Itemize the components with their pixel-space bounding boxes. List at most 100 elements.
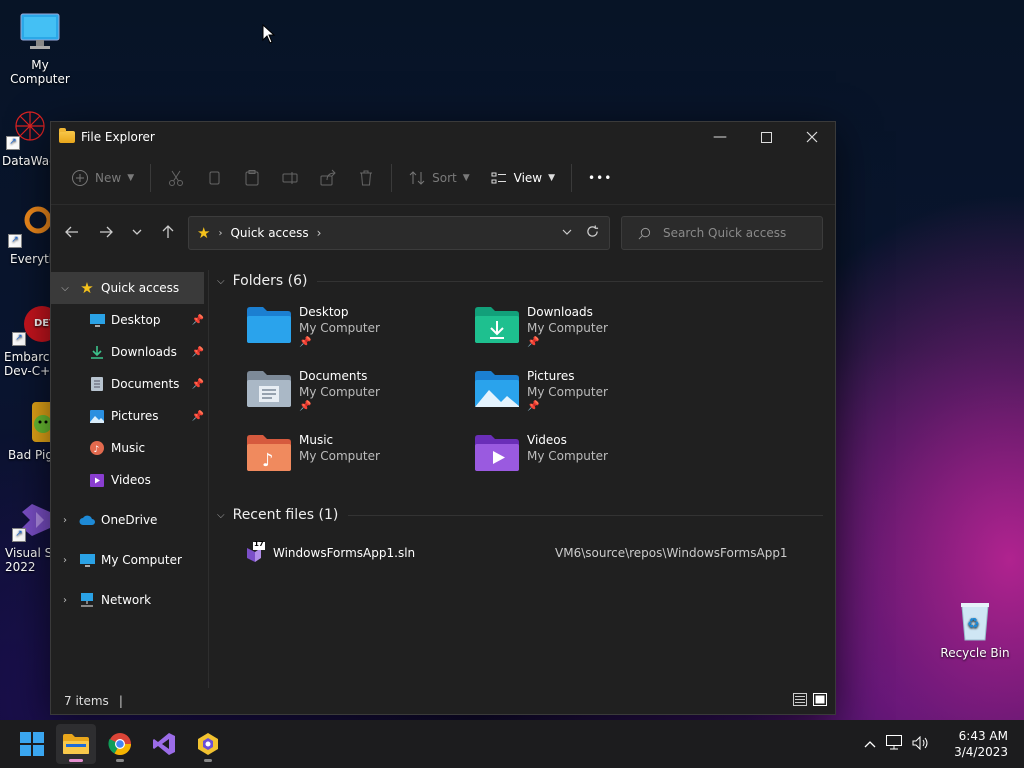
shortcut-arrow-icon: ↗ <box>12 528 26 542</box>
breadcrumb-quick-access[interactable]: Quick access <box>230 226 308 240</box>
see-more-button[interactable]: ••• <box>578 161 622 195</box>
chevron-down-icon <box>132 229 142 235</box>
rename-icon <box>282 172 298 184</box>
pin-icon: 📌 <box>191 378 204 390</box>
back-button[interactable] <box>55 215 89 249</box>
recent-file-name: WindowsFormsApp1.sln <box>273 546 416 560</box>
chevron-down-icon: ⌵ <box>217 509 225 521</box>
close-button[interactable] <box>789 122 835 152</box>
folder-tile-music[interactable]: ♪ Music My Computer <box>247 432 467 488</box>
system-tray: 6:43 AM 3/4/2023 <box>864 728 1024 760</box>
cut-button[interactable] <box>157 161 195 195</box>
sidebar-item-my-computer[interactable]: › My Computer <box>51 544 208 576</box>
file-explorer-icon <box>59 128 75 143</box>
star-icon: ★ <box>80 279 94 297</box>
sidebar-item-label: Videos <box>111 473 151 487</box>
sidebar-item-videos[interactable]: Videos <box>51 464 208 496</box>
sidebar-item-downloads[interactable]: Downloads 📌 <box>51 336 208 368</box>
running-indicator <box>116 759 124 762</box>
status-divider: | <box>118 694 123 708</box>
search-box[interactable] <box>621 216 823 250</box>
shortcut-arrow-icon: ↗ <box>8 234 22 248</box>
recent-files-group-header[interactable]: ⌵ Recent files (1) <box>211 504 829 526</box>
desktop-icon-my-computer[interactable]: My Computer <box>0 10 80 86</box>
recycle-bin-icon: ♻ <box>953 598 997 642</box>
download-icon <box>89 344 105 360</box>
large-icons-view-button[interactable] <box>813 693 827 709</box>
folder-location: My Computer <box>299 321 380 335</box>
recent-file-row[interactable]: 17 WindowsFormsApp1.sln VM6\source\repos… <box>241 540 821 564</box>
window-title: File Explorer <box>81 130 155 144</box>
pin-icon: 📌 <box>527 401 540 412</box>
folder-tile-downloads[interactable]: Downloads My Computer 📌 <box>475 304 695 360</box>
chevron-right-icon[interactable]: › <box>51 555 79 566</box>
sidebar-item-documents[interactable]: Documents 📌 <box>51 368 208 400</box>
folder-tile-desktop[interactable]: Desktop My Computer 📌 <box>247 304 467 360</box>
view-button[interactable]: View ▼ <box>480 161 565 195</box>
sidebar-item-label: My Computer <box>101 553 182 567</box>
share-button[interactable] <box>309 161 347 195</box>
plus-circle-icon <box>72 170 88 186</box>
sidebar-item-desktop[interactable]: Desktop 📌 <box>51 304 208 336</box>
network-status-button[interactable] <box>886 735 903 753</box>
taskbar-app-paint[interactable] <box>188 724 228 764</box>
show-hidden-icons-button[interactable] <box>864 737 876 751</box>
recent-locations-button[interactable] <box>123 215 151 249</box>
clock[interactable]: 6:43 AM 3/4/2023 <box>954 728 1008 760</box>
taskbar-file-explorer[interactable] <box>56 724 96 764</box>
sidebar-item-music[interactable]: ♪ Music <box>51 432 208 464</box>
maximize-button[interactable] <box>743 122 789 152</box>
title-bar[interactable]: File Explorer — <box>51 122 835 152</box>
new-button[interactable]: New ▼ <box>61 161 144 195</box>
chevron-down-icon: ▼ <box>548 173 556 183</box>
network-icon <box>886 735 903 750</box>
desktop-icon-recycle-bin[interactable]: ♻ Recycle Bin <box>935 598 1015 660</box>
forward-button[interactable] <box>89 215 123 249</box>
copy-button[interactable] <box>195 161 233 195</box>
more-icon: ••• <box>588 171 613 185</box>
sidebar-item-label: Documents <box>111 377 180 391</box>
videos-folder-icon <box>475 434 519 474</box>
paste-button[interactable] <box>233 161 271 195</box>
recent-files-group-title: Recent files (1) <box>232 507 339 523</box>
taskbar-visual-studio[interactable] <box>144 724 184 764</box>
folder-location: My Computer <box>527 449 608 463</box>
start-button[interactable] <box>12 724 52 764</box>
pin-icon: 📌 <box>299 337 312 348</box>
svg-text:♻: ♻ <box>967 616 980 632</box>
volume-button[interactable] <box>912 735 930 753</box>
folders-group-header[interactable]: ⌵ Folders (6) <box>211 270 829 292</box>
pin-icon: 📌 <box>191 346 204 358</box>
refresh-icon <box>587 225 599 237</box>
chevron-right-icon[interactable]: › <box>51 515 79 526</box>
address-history-button[interactable] <box>562 226 572 240</box>
visual-studio-icon <box>153 733 175 755</box>
toolbar-divider <box>150 164 152 192</box>
details-view-button[interactable] <box>793 693 807 709</box>
sort-button[interactable]: Sort ▼ <box>398 161 480 195</box>
sidebar-item-quick-access[interactable]: ⌵ ★ Quick access <box>51 272 204 304</box>
delete-button[interactable] <box>347 161 385 195</box>
up-button[interactable] <box>151 215 185 249</box>
folder-tile-videos[interactable]: Videos My Computer <box>475 432 695 488</box>
shortcut-arrow-icon: ↗ <box>6 136 20 150</box>
desktop-icon <box>89 312 105 328</box>
folder-tile-documents[interactable]: Documents My Computer 📌 <box>247 368 467 424</box>
chevron-up-icon <box>864 741 876 748</box>
taskbar-chrome[interactable] <box>100 724 140 764</box>
running-indicator <box>69 759 83 762</box>
search-input[interactable] <box>661 225 815 241</box>
sidebar-item-network[interactable]: › Network <box>51 584 208 616</box>
chevron-down-icon[interactable]: ⌵ <box>51 283 79 294</box>
folder-tile-pictures[interactable]: Pictures My Computer 📌 <box>475 368 695 424</box>
chevron-down-icon: ▼ <box>462 173 470 183</box>
folder-name: Downloads <box>527 305 593 319</box>
chevron-right-icon[interactable]: › <box>51 595 79 606</box>
refresh-button[interactable] <box>586 225 599 241</box>
address-bar[interactable]: ★ › Quick access › <box>188 216 610 250</box>
minimize-button[interactable]: — <box>697 122 743 152</box>
rename-button[interactable] <box>271 161 309 195</box>
command-bar: New ▼ Sort ▼ View ▼ ••• <box>51 152 835 205</box>
sidebar-item-onedrive[interactable]: › OneDrive <box>51 504 208 536</box>
sidebar-item-pictures[interactable]: Pictures 📌 <box>51 400 208 432</box>
